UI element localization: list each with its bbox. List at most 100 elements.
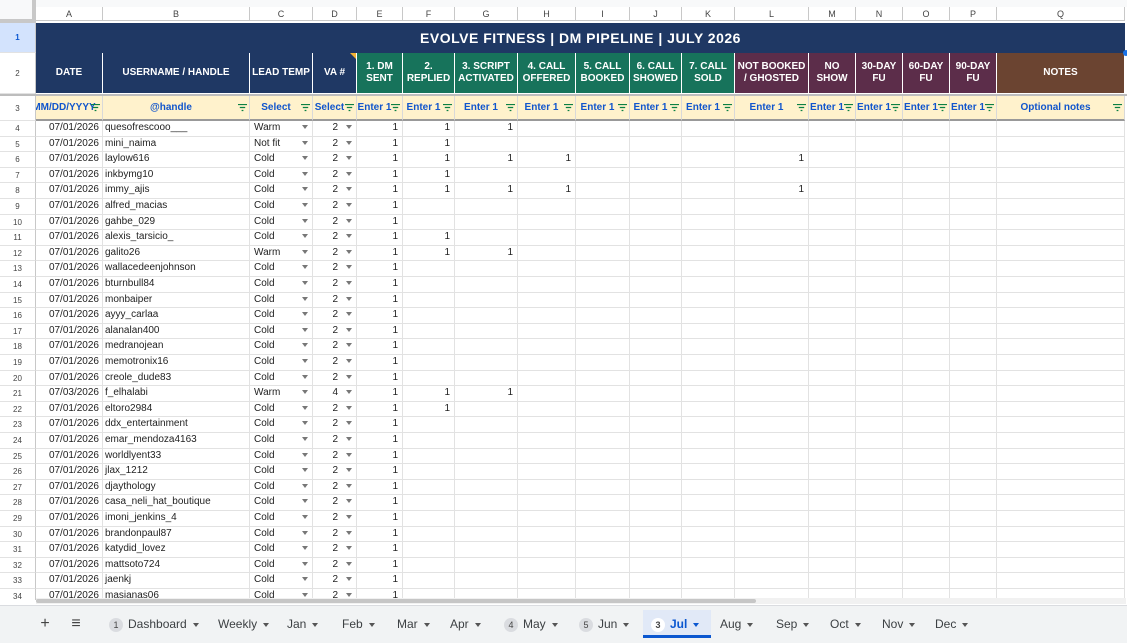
metric-cell-g[interactable]	[455, 573, 518, 589]
metric-cell-j[interactable]	[630, 511, 682, 527]
metric-cell-i[interactable]	[576, 245, 630, 262]
metric-cell-p[interactable]	[950, 573, 997, 589]
metric-cell-m[interactable]	[809, 245, 856, 262]
chevron-down-icon[interactable]	[302, 593, 308, 597]
metric-cell-i[interactable]	[576, 433, 630, 449]
handle-cell[interactable]: djaythology	[103, 479, 250, 496]
metric-cell-p[interactable]	[950, 308, 997, 324]
metric-cell-k[interactable]	[682, 573, 735, 589]
metric-cell-k[interactable]	[682, 277, 735, 293]
row-header-20[interactable]: 20	[0, 370, 36, 387]
handle-cell[interactable]: ayyy_carlaa	[103, 308, 250, 324]
metric-cell-o[interactable]	[903, 370, 950, 387]
chevron-down-icon[interactable]	[302, 390, 308, 395]
date-cell[interactable]: 07/01/2026	[36, 183, 103, 199]
va-dropdown[interactable]: 2	[313, 401, 357, 418]
metric-cell-o[interactable]	[903, 526, 950, 543]
date-cell[interactable]: 07/01/2026	[36, 199, 103, 215]
metric-cell-o[interactable]	[903, 167, 950, 184]
metric-cell-g[interactable]	[455, 199, 518, 215]
metric-cell-p[interactable]	[950, 479, 997, 496]
metric-cell-m[interactable]	[809, 261, 856, 277]
metric-cell-j[interactable]	[630, 277, 682, 293]
metric-cell-l[interactable]	[735, 479, 809, 496]
metric-cell-n[interactable]	[856, 557, 903, 574]
metric-cell-e[interactable]: 1	[357, 199, 403, 215]
chevron-down-icon[interactable]	[302, 203, 308, 207]
metric-cell-n[interactable]	[856, 277, 903, 293]
metric-cell-p[interactable]	[950, 152, 997, 168]
notes-cell[interactable]	[997, 386, 1125, 402]
va-dropdown[interactable]: 2	[313, 448, 357, 465]
chevron-down-icon[interactable]	[346, 374, 352, 379]
notes-cell[interactable]	[997, 245, 1125, 262]
metric-cell-f[interactable]: 1	[403, 152, 455, 168]
chevron-down-icon[interactable]	[302, 483, 308, 488]
metric-cell-n[interactable]	[856, 417, 903, 433]
filter-icon[interactable]	[1113, 103, 1122, 112]
metric-cell-f[interactable]	[403, 448, 455, 465]
metric-cell-j[interactable]	[630, 355, 682, 371]
metric-cell-f[interactable]	[403, 355, 455, 371]
lead-temp-dropdown[interactable]: Cold	[250, 230, 313, 246]
notes-cell[interactable]	[997, 199, 1125, 215]
metric-cell-j[interactable]	[630, 183, 682, 199]
column-header-m[interactable]: M	[809, 7, 856, 21]
lead-temp-dropdown[interactable]: Cold	[250, 183, 313, 199]
metric-cell-n[interactable]	[856, 401, 903, 418]
metric-cell-g[interactable]	[455, 167, 518, 184]
metric-cell-j[interactable]	[630, 526, 682, 543]
handle-cell[interactable]: inkbymg10	[103, 167, 250, 184]
lead-temp-dropdown[interactable]: Not fit	[250, 136, 313, 153]
metric-cell-m[interactable]	[809, 167, 856, 184]
metric-cell-j[interactable]	[630, 245, 682, 262]
metric-cell-o[interactable]	[903, 323, 950, 340]
chevron-down-icon[interactable]	[302, 156, 308, 161]
metric-cell-f[interactable]: 1	[403, 136, 455, 153]
column-header-g[interactable]: G	[455, 7, 518, 21]
chevron-down-icon[interactable]	[346, 577, 352, 582]
metric-cell-i[interactable]	[576, 417, 630, 433]
notes-cell[interactable]	[997, 292, 1125, 309]
metric-cell-g[interactable]	[455, 557, 518, 574]
row-header-6[interactable]: 6	[0, 152, 36, 168]
metric-cell-m[interactable]	[809, 308, 856, 324]
metric-cell-i[interactable]	[576, 401, 630, 418]
handle-cell[interactable]: jlax_1212	[103, 464, 250, 480]
metric-cell-e[interactable]: 1	[357, 479, 403, 496]
metric-cell-m[interactable]	[809, 557, 856, 574]
metric-cell-f[interactable]	[403, 339, 455, 355]
chevron-down-icon[interactable]	[346, 327, 352, 332]
metric-cell-n[interactable]	[856, 214, 903, 231]
sheet-tab-dec[interactable]: Dec	[927, 610, 981, 638]
metric-cell-p[interactable]	[950, 245, 997, 262]
notes-cell[interactable]	[997, 370, 1125, 387]
metric-cell-o[interactable]	[903, 121, 950, 137]
metric-cell-l[interactable]	[735, 511, 809, 527]
chevron-down-icon[interactable]	[346, 546, 352, 551]
metric-cell-o[interactable]	[903, 152, 950, 168]
metric-cell-m[interactable]	[809, 199, 856, 215]
sheet-tab-jan[interactable]: Jan	[279, 610, 332, 638]
metric-cell-k[interactable]	[682, 448, 735, 465]
metric-cell-g[interactable]: 1	[455, 245, 518, 262]
metric-cell-f[interactable]	[403, 308, 455, 324]
chevron-down-icon[interactable]	[346, 405, 352, 410]
metric-cell-e[interactable]: 1	[357, 245, 403, 262]
metric-cell-g[interactable]	[455, 230, 518, 246]
metric-cell-o[interactable]	[903, 245, 950, 262]
metric-cell-g[interactable]	[455, 448, 518, 465]
metric-cell-e[interactable]: 1	[357, 464, 403, 480]
chevron-down-icon[interactable]	[346, 421, 352, 426]
metric-cell-i[interactable]	[576, 526, 630, 543]
chevron-down-icon[interactable]	[192, 622, 199, 627]
column-header-c[interactable]: C	[250, 7, 313, 21]
metric-cell-n[interactable]	[856, 261, 903, 277]
row-header-28[interactable]: 28	[0, 495, 36, 511]
chevron-down-icon[interactable]	[312, 622, 319, 627]
column-header-h[interactable]: H	[518, 7, 576, 21]
metric-cell-i[interactable]	[576, 464, 630, 480]
metric-cell-o[interactable]	[903, 448, 950, 465]
va-dropdown[interactable]: 4	[313, 386, 357, 402]
date-cell[interactable]: 07/01/2026	[36, 511, 103, 527]
